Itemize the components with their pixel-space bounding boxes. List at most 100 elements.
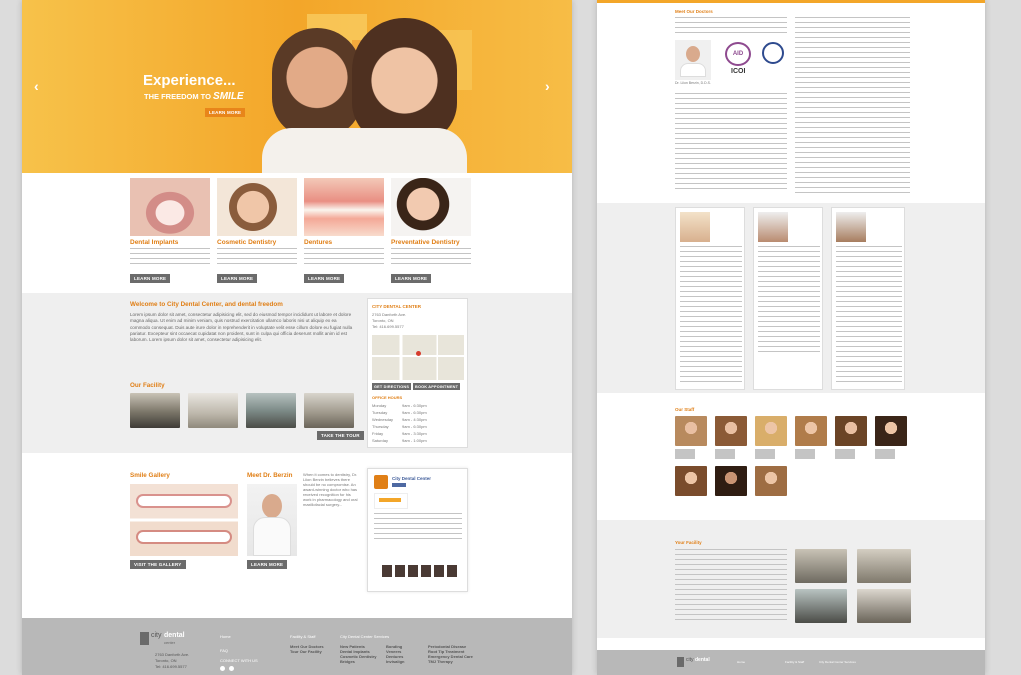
social-like-button[interactable]: [392, 483, 406, 487]
hero-prev-arrow[interactable]: ‹: [34, 78, 39, 94]
footer-col-title: Facility & Staff: [785, 660, 805, 664]
contact-address2: Toronto, ON: [372, 318, 394, 323]
service-learn-more-button[interactable]: LEARN MORE: [130, 274, 171, 283]
facility-photo[interactable]: [795, 549, 847, 583]
facebook-icon[interactable]: [220, 666, 225, 671]
staff-photo[interactable]: [715, 466, 747, 496]
contact-card: CITY DENTAL CENTER 2763 Danforth Ave. To…: [367, 298, 468, 448]
facility-band: [597, 520, 985, 638]
staff-photo[interactable]: [755, 416, 787, 446]
visit-gallery-button[interactable]: VISIT THE GALLERY: [130, 560, 186, 569]
footer-phone: Tel: 416.699.5577: [155, 664, 187, 669]
doctor-portrait: [675, 40, 711, 80]
facility-photo[interactable]: [795, 589, 847, 623]
service-title[interactable]: Cosmetic Dentistry: [217, 239, 297, 246]
hero-banner: ‹ › Experience... THE FREEDOM TO SMILE L…: [22, 0, 572, 173]
doctor-card-photo[interactable]: [758, 212, 788, 242]
logo-mark-icon: [677, 657, 684, 667]
welcome-title: Welcome to City Dental Center, and denta…: [130, 301, 283, 308]
service-learn-more-button[interactable]: LEARN MORE: [391, 274, 432, 283]
service-photo[interactable]: [391, 178, 471, 236]
doctor-card-photo[interactable]: [836, 212, 866, 242]
footer-col-services: City Dental Center Services New Patients…: [340, 634, 500, 664]
staff-photo[interactable]: [675, 466, 707, 496]
service-learn-more-button[interactable]: LEARN MORE: [217, 274, 258, 283]
footer-link[interactable]: Invisalign: [386, 659, 422, 664]
service-title[interactable]: Preventative Dentistry: [391, 239, 471, 246]
social-page-name[interactable]: City Dental Center: [392, 476, 431, 481]
top-accent-bar: [597, 0, 985, 3]
footer-link[interactable]: Bridges: [340, 659, 380, 664]
footer-col-title: City Dental Center Services: [340, 634, 390, 639]
doctor-photo[interactable]: [247, 484, 297, 556]
facility-photo[interactable]: [857, 549, 911, 583]
facility-photo[interactable]: [188, 393, 238, 428]
service-description: [130, 248, 210, 267]
hero-couple-photo: [262, 18, 467, 173]
association-seal-icon: [762, 42, 784, 64]
take-tour-button[interactable]: TAKE THE TOUR: [317, 431, 364, 440]
service-learn-more-button[interactable]: LEARN MORE: [304, 274, 345, 283]
footer-link-home[interactable]: Home: [737, 660, 745, 665]
social-post-image: [374, 493, 408, 509]
social-logo-icon: [374, 475, 388, 489]
staff-photo[interactable]: [675, 416, 707, 446]
aid-badge: AID: [725, 42, 751, 66]
bio-text-right: [795, 17, 910, 193]
footer-connect-label: CONNECT WITH US: [220, 658, 258, 663]
staff-photo[interactable]: [835, 416, 867, 446]
facility-gallery: [795, 549, 913, 625]
contact-map[interactable]: [372, 335, 464, 380]
service-photo[interactable]: [217, 178, 297, 236]
get-directions-button[interactable]: GET DIRECTIONS: [372, 383, 412, 390]
footer-link-home[interactable]: Home: [220, 634, 270, 648]
facility-title: Our Facility: [130, 382, 165, 389]
icoi-badge: ICOI: [731, 68, 746, 75]
twitter-icon[interactable]: [229, 666, 234, 671]
hero-learn-more-button[interactable]: LEARN MORE: [205, 108, 246, 117]
services-row: Dental Implants LEARN MORE Cosmetic Dent…: [130, 178, 471, 286]
service-photo[interactable]: [304, 178, 384, 236]
homepage-mockup: ‹ › Experience... THE FREEDOM TO SMILE L…: [22, 0, 572, 675]
footer: city dental center 2763 Danforth Ave. To…: [22, 618, 572, 675]
gallery-title: Smile Gallery: [130, 472, 170, 479]
contact-name: CITY DENTAL CENTER: [372, 304, 422, 309]
doctor-card: [831, 207, 905, 390]
welcome-body: Lorem ipsum dolor sit amet, consectetur …: [130, 312, 353, 343]
contact-address1: 2763 Danforth Ave.: [372, 312, 407, 317]
service-title[interactable]: Dental Implants: [130, 239, 210, 246]
footer-link[interactable]: TMJ Therapy: [428, 659, 488, 664]
staff-grid: [675, 416, 915, 508]
smile-gallery-photos[interactable]: [130, 484, 238, 556]
footer-address2: Toronto, ON: [155, 658, 177, 663]
meet-learn-more-button[interactable]: LEARN MORE: [247, 560, 288, 569]
service-photo[interactable]: [130, 178, 210, 236]
staff-photo[interactable]: [795, 416, 827, 446]
facility-photo[interactable]: [857, 589, 911, 623]
map-pin-icon: [416, 351, 421, 356]
service-title[interactable]: Dentures: [304, 239, 384, 246]
staff-photo[interactable]: [755, 466, 787, 496]
hours-row: Friday 9am - 3:30pm: [372, 431, 427, 436]
facility-thumbnails: [130, 393, 360, 429]
footer-logo: city dental center: [140, 632, 190, 650]
footer-link-faq[interactable]: FAQ: [220, 648, 270, 658]
footer-col-links: Home FAQ CONNECT WITH US: [220, 634, 270, 671]
doctor-caption: Dr. Liion Berzin, D.D.S.: [675, 81, 711, 85]
footer-logo: city dental: [677, 657, 717, 669]
staff-photo[interactable]: [715, 416, 747, 446]
hero-next-arrow[interactable]: ›: [545, 78, 550, 94]
staff-photo[interactable]: [875, 416, 907, 446]
hours-row: Tuesday 9am - 6:30pm: [372, 410, 427, 415]
facility-photo[interactable]: [246, 393, 296, 428]
doctor-card: [753, 207, 823, 390]
facility-photo[interactable]: [304, 393, 354, 428]
service-card: Dentures LEARN MORE: [304, 178, 384, 285]
contact-phone: Tel: 416.699.5577: [372, 324, 404, 329]
intro-text: [675, 17, 787, 35]
book-appointment-button[interactable]: BOOK APPOINTMENT: [413, 383, 461, 390]
facility-photo[interactable]: [130, 393, 180, 428]
doctor-card-photo[interactable]: [680, 212, 710, 242]
hours-row: Monday 9am - 6:30pm: [372, 403, 427, 408]
hero-subtitle: THE FREEDOM TO SMILE: [144, 91, 244, 102]
